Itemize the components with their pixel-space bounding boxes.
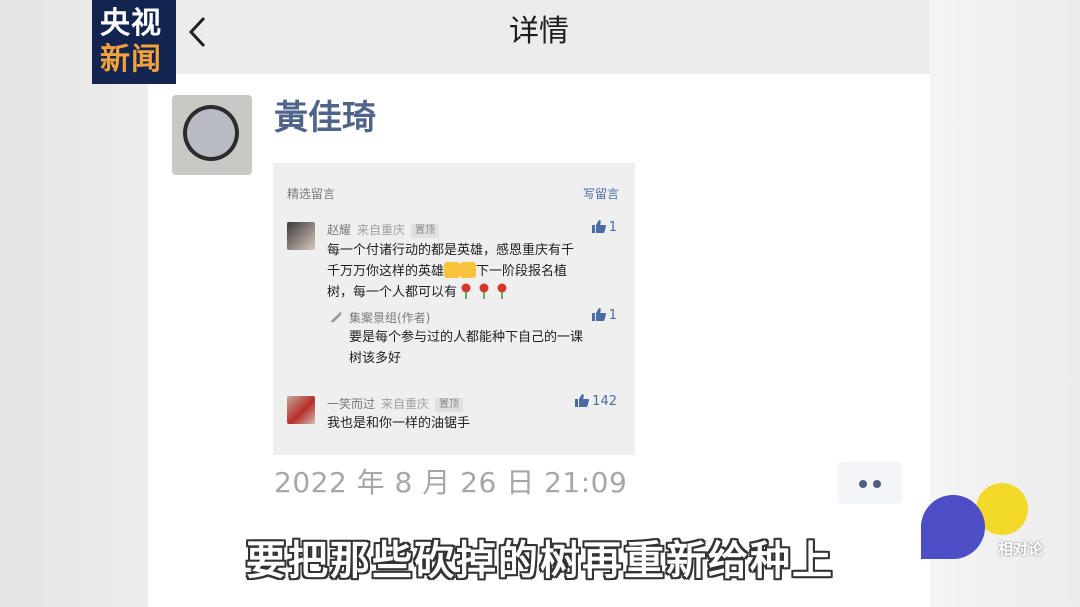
like-button[interactable]: 1 <box>591 308 617 323</box>
comment-text: 每一个付诸行动的都是英雄，感恩重庆有千 千万万你这样的英雄 下一阶段报名植 树，每… <box>327 240 574 303</box>
thumbs-up-emoji-icon <box>444 262 461 278</box>
page-title: 详情 <box>509 14 569 49</box>
nav-bar: 详情 <box>148 0 930 74</box>
reply-author-name: 集案景组(作者) <box>349 311 431 325</box>
reply-text-line: 树该多好 <box>349 351 402 366</box>
background-left <box>0 0 150 607</box>
logo-line-2: 新闻 <box>100 42 162 77</box>
commenter-location: 来自重庆 <box>357 223 406 237</box>
comment-text-part: 千万万你这样的英雄 <box>327 264 445 279</box>
thumbs-up-icon <box>591 220 606 233</box>
reply-text-line: 要是每个参与过的人都能种下自己的一课 <box>349 330 584 345</box>
pinned-badge: 置顶 <box>411 223 440 238</box>
write-comment-link[interactable]: 写留言 <box>583 185 619 202</box>
thumbs-up-icon <box>575 394 590 407</box>
commenter-name: 赵耀 <box>327 223 352 237</box>
video-subtitle: 要把那些砍掉的树再重新给种上 <box>246 538 834 584</box>
comment-text-line: 每一个付诸行动的都是英雄，感恩重庆有千 <box>327 243 575 258</box>
like-button[interactable]: 142 <box>575 394 617 409</box>
pinned-badge: 置顶 <box>435 397 464 412</box>
rose-emoji-icon <box>479 283 489 299</box>
like-count: 1 <box>608 308 617 323</box>
cctv-news-logo: 央视 新闻 <box>92 0 176 84</box>
more-dots-icon <box>859 480 867 488</box>
reply-text: 要是每个参与过的人都能种下自己的一课 树该多好 <box>349 327 583 369</box>
comment-header: 赵耀 来自重庆 置顶 <box>327 221 440 238</box>
commenter-name: 一笑而过 <box>327 397 376 411</box>
more-dots-icon <box>873 480 881 488</box>
featured-comments-label: 精选留言 <box>287 187 336 201</box>
comment-text-line: 树，每一个人都可以有 <box>327 282 574 303</box>
rose-emoji-icon <box>497 283 507 299</box>
like-count: 1 <box>608 220 617 235</box>
like-count: 142 <box>592 394 617 409</box>
logo-line-1: 央视 <box>100 6 162 41</box>
comment-avatar <box>287 396 315 424</box>
comment-text-part: 下一阶段报名植 <box>476 264 568 279</box>
comment-text-part: 树，每一个人都可以有 <box>327 285 458 300</box>
like-button[interactable]: 1 <box>591 220 617 235</box>
author-name[interactable]: 黃佳琦 <box>274 96 376 140</box>
more-options-button[interactable] <box>838 462 902 504</box>
comments-screenshot: 精选留言 写留言 赵耀 来自重庆 置顶 1 每一个付诸行动的都是英雄，感恩重庆有千 … <box>273 163 635 455</box>
thumbs-up-icon <box>591 308 606 321</box>
comment-header: 一笑而过 来自重庆 置顶 <box>327 395 464 412</box>
avatar[interactable] <box>172 95 252 175</box>
avatar-image <box>183 105 239 161</box>
thumbs-up-emoji-icon <box>460 262 477 278</box>
comment-avatar <box>287 222 315 250</box>
author-reply-icon <box>330 311 342 323</box>
rose-emoji-icon <box>461 283 471 299</box>
comment-text: 我也是和你一样的油锯手 <box>327 416 471 431</box>
commenter-location: 来自重庆 <box>381 397 430 411</box>
comment-text-line: 千万万你这样的英雄 下一阶段报名植 <box>327 261 574 282</box>
post-timestamp: 2022 年 8 月 26 日 21:09 <box>274 466 628 499</box>
